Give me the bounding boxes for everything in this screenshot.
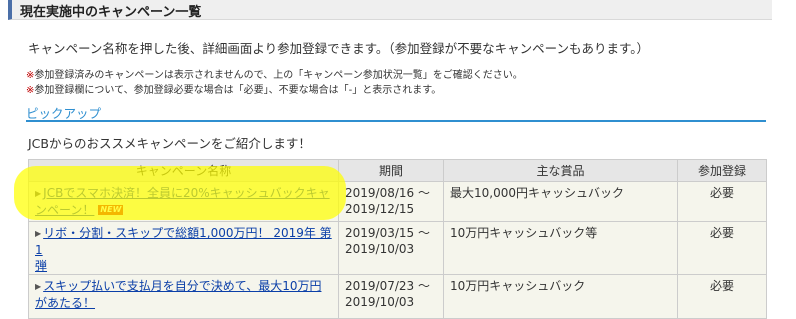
campaign-name-cell: ▶ スキップ払いで支払月を自分で決めて、最大10万円 があたる！ xyxy=(28,274,339,319)
new-badge: NEW xyxy=(98,205,124,215)
intro-text: キャンペーン名称を押した後、詳細画面より参加登録できます。（参加登録が不要なキャ… xyxy=(28,41,650,56)
period-cell: 2019/08/16 〜 2019/12/15 xyxy=(338,181,444,222)
table-row: ▶ スキップ払いで支払月を自分で決めて、最大10万円 があたる！ 2019/07/2… xyxy=(28,274,767,319)
period-end: 2019/12/15 xyxy=(345,202,415,216)
period-cell: 2019/03/15 〜 2019/10/03 xyxy=(338,221,444,275)
column-header-prize: 主な賞品 xyxy=(443,159,678,182)
arrow-right-icon: ▶ xyxy=(35,189,42,198)
column-header-registration: 参加登録 xyxy=(677,159,767,182)
campaign-link-revolving-installment[interactable]: リボ・分割・スキップで総額1,000万円！ 2019年 第1 弾 xyxy=(35,226,332,273)
arrow-right-icon: ▶ xyxy=(35,282,42,291)
column-header-campaign-name: キャンペーン名称 xyxy=(28,159,339,182)
campaign-name-cell: ▶ リボ・分割・スキップで総額1,000万円！ 2019年 第1 弾 xyxy=(28,221,339,275)
page-title: 現在実施中のキャンペーン一覧 xyxy=(20,5,202,20)
registration-cell: 必要 xyxy=(677,221,767,275)
campaign-link-smartphone-payment[interactable]: JCBでスマホ決済！全員に20%キャッシュバックキャ ンペーン！ xyxy=(35,186,330,217)
period-cell: 2019/07/23 〜 2019/10/03 xyxy=(338,274,444,319)
period-end: 2019/10/03 xyxy=(345,242,415,256)
period-end: 2019/10/03 xyxy=(345,295,415,309)
page-header: 現在実施中のキャンペーン一覧 xyxy=(8,0,772,20)
prize-cell: 10万円キャッシュバック等 xyxy=(443,221,678,275)
note-registration-column: ※参加登録欄について、参加登録必要な場合は「必要」、不要な場合は「-」と表示され… xyxy=(26,81,441,96)
campaign-table: キャンペーン名称 期間 主な賞品 参加登録 ▶ JCBでスマホ決済！全員に20%キ… xyxy=(28,159,767,319)
note-text: 参加登録欄について、参加登録必要な場合は「必要」、不要な場合は「-」と表示されま… xyxy=(34,85,442,96)
registration-cell: 必要 xyxy=(677,181,767,222)
table-row: ▶ リボ・分割・スキップで総額1,000万円！ 2019年 第1 弾 2019/03… xyxy=(28,221,767,275)
column-header-period: 期間 xyxy=(338,159,444,182)
registration-cell: 必要 xyxy=(677,274,767,319)
table-header-row: キャンペーン名称 期間 主な賞品 参加登録 xyxy=(28,159,767,182)
prize-cell: 10万円キャッシュバック xyxy=(443,274,678,319)
pickup-lead-text: JCBからのおススメキャンペーンをご紹介します！ xyxy=(28,136,311,151)
campaign-link-skip-payment[interactable]: スキップ払いで支払月を自分で決めて、最大10万円 があたる！ xyxy=(35,279,321,310)
period-start: 2019/08/16 〜 xyxy=(345,186,430,200)
pickup-section-title: ピックアップ xyxy=(26,103,766,122)
period-start: 2019/03/15 〜 xyxy=(345,226,430,240)
table-row: ▶ JCBでスマホ決済！全員に20%キャッシュバックキャ ンペーン！ NEW 2019… xyxy=(28,181,767,222)
pickup-heading: ピックアップ xyxy=(26,106,102,121)
campaign-name-cell: ▶ JCBでスマホ決済！全員に20%キャッシュバックキャ ンペーン！ NEW xyxy=(28,181,339,222)
arrow-right-icon: ▶ xyxy=(35,229,42,238)
note-text: 参加登録済みのキャンペーンは表示されませんので、上の「キャンペーン参加状況一覧」… xyxy=(34,70,523,81)
prize-cell: 最大10,000円キャッシュバック xyxy=(443,181,678,222)
note-registered: ※参加登録済みのキャンペーンは表示されませんので、上の「キャンペーン参加状況一覧… xyxy=(26,66,523,81)
